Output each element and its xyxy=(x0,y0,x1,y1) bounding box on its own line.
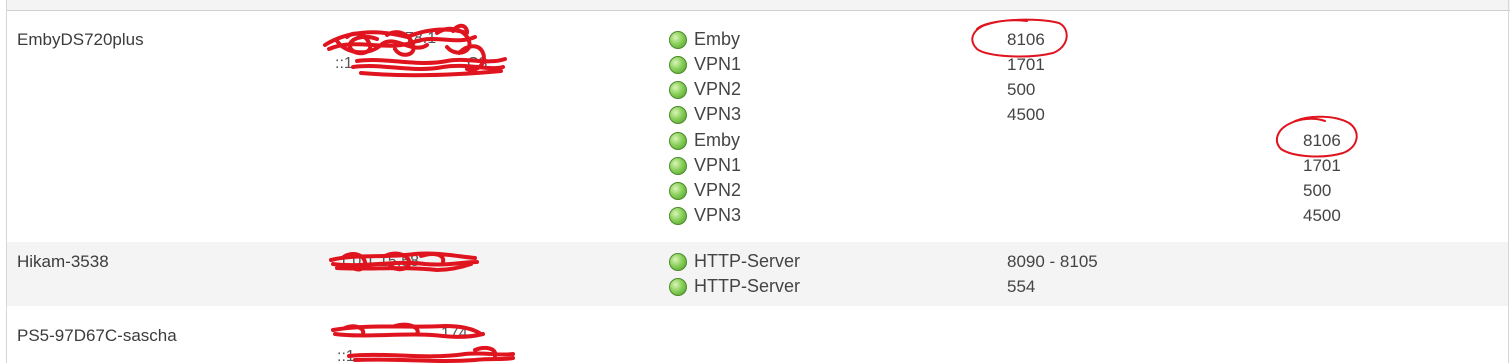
ip-address-redacted: 78.1 ::1 C3 xyxy=(317,23,517,83)
red-circle-annotation xyxy=(971,18,1068,58)
green-status-led-icon xyxy=(669,105,687,124)
table-row[interactable]: EmbyDS720plus 78.1 ::1 C3 Emby VPN1 VPN2… xyxy=(7,11,1508,242)
green-status-led-icon xyxy=(669,55,687,74)
port-value: 8090 - 8105 xyxy=(1007,252,1098,271)
service-entry: Emby xyxy=(669,128,740,153)
port-value: 4500 xyxy=(1007,105,1045,124)
redaction-scribble xyxy=(323,23,507,78)
service-entry: VPN3 xyxy=(669,102,741,127)
green-status-led-icon xyxy=(669,131,687,150)
service-entry: VPN2 xyxy=(669,77,741,102)
service-label: VPN1 xyxy=(694,155,742,175)
port-value: 554 xyxy=(1007,277,1036,296)
service-entry: HTTP-Server xyxy=(669,274,800,299)
service-label: HTTP-Server xyxy=(694,276,801,296)
green-status-led-icon xyxy=(669,252,687,271)
ip-address-redacted: 1.0.1.15.58 xyxy=(325,248,485,276)
service-entry: Emby xyxy=(669,27,740,52)
device-name: PS5-97D67C-sascha xyxy=(17,326,177,345)
port-value: 500 xyxy=(1303,181,1332,200)
redaction-scribble xyxy=(329,251,479,272)
green-status-led-icon xyxy=(669,156,687,175)
redaction-scribble xyxy=(331,322,515,363)
service-entry: VPN1 xyxy=(669,52,741,77)
service-entry: HTTP-Server xyxy=(669,249,800,274)
green-status-led-icon xyxy=(669,181,687,200)
service-label: VPN2 xyxy=(694,79,742,99)
red-circle-annotation xyxy=(1275,115,1358,158)
table-header-strip xyxy=(6,0,1510,11)
device-name: Hikam-3538 xyxy=(17,252,109,271)
service-label: HTTP-Server xyxy=(694,251,801,271)
service-label: VPN1 xyxy=(694,54,742,74)
ip-address-redacted: 174 ::1 xyxy=(325,320,525,363)
device-name: EmbyDS720plus xyxy=(17,30,144,49)
table-row[interactable]: Hikam-3538 1.0.1.15.58 HTTP-Server HTTP-… xyxy=(7,242,1508,306)
service-label: Emby xyxy=(694,29,741,49)
service-label: VPN3 xyxy=(694,205,742,225)
service-label: VPN2 xyxy=(694,180,742,200)
green-status-led-icon xyxy=(669,277,687,296)
service-entry: VPN2 xyxy=(669,178,741,203)
port-value: 4500 xyxy=(1303,206,1341,225)
green-status-led-icon xyxy=(669,80,687,99)
green-status-led-icon xyxy=(669,30,687,49)
service-entry: VPN3 xyxy=(669,203,741,228)
table-row[interactable]: PS5-97D67C-sascha 174 ::1 xyxy=(7,306,1508,363)
service-label: VPN3 xyxy=(694,104,742,124)
port-sharing-table: EmbyDS720plus 78.1 ::1 C3 Emby VPN1 VPN2… xyxy=(0,0,1510,363)
service-label: Emby xyxy=(694,130,741,150)
green-status-led-icon xyxy=(669,206,687,225)
table-right-border xyxy=(1508,0,1509,363)
service-entry: VPN1 xyxy=(669,153,741,178)
port-value: 500 xyxy=(1007,80,1036,99)
